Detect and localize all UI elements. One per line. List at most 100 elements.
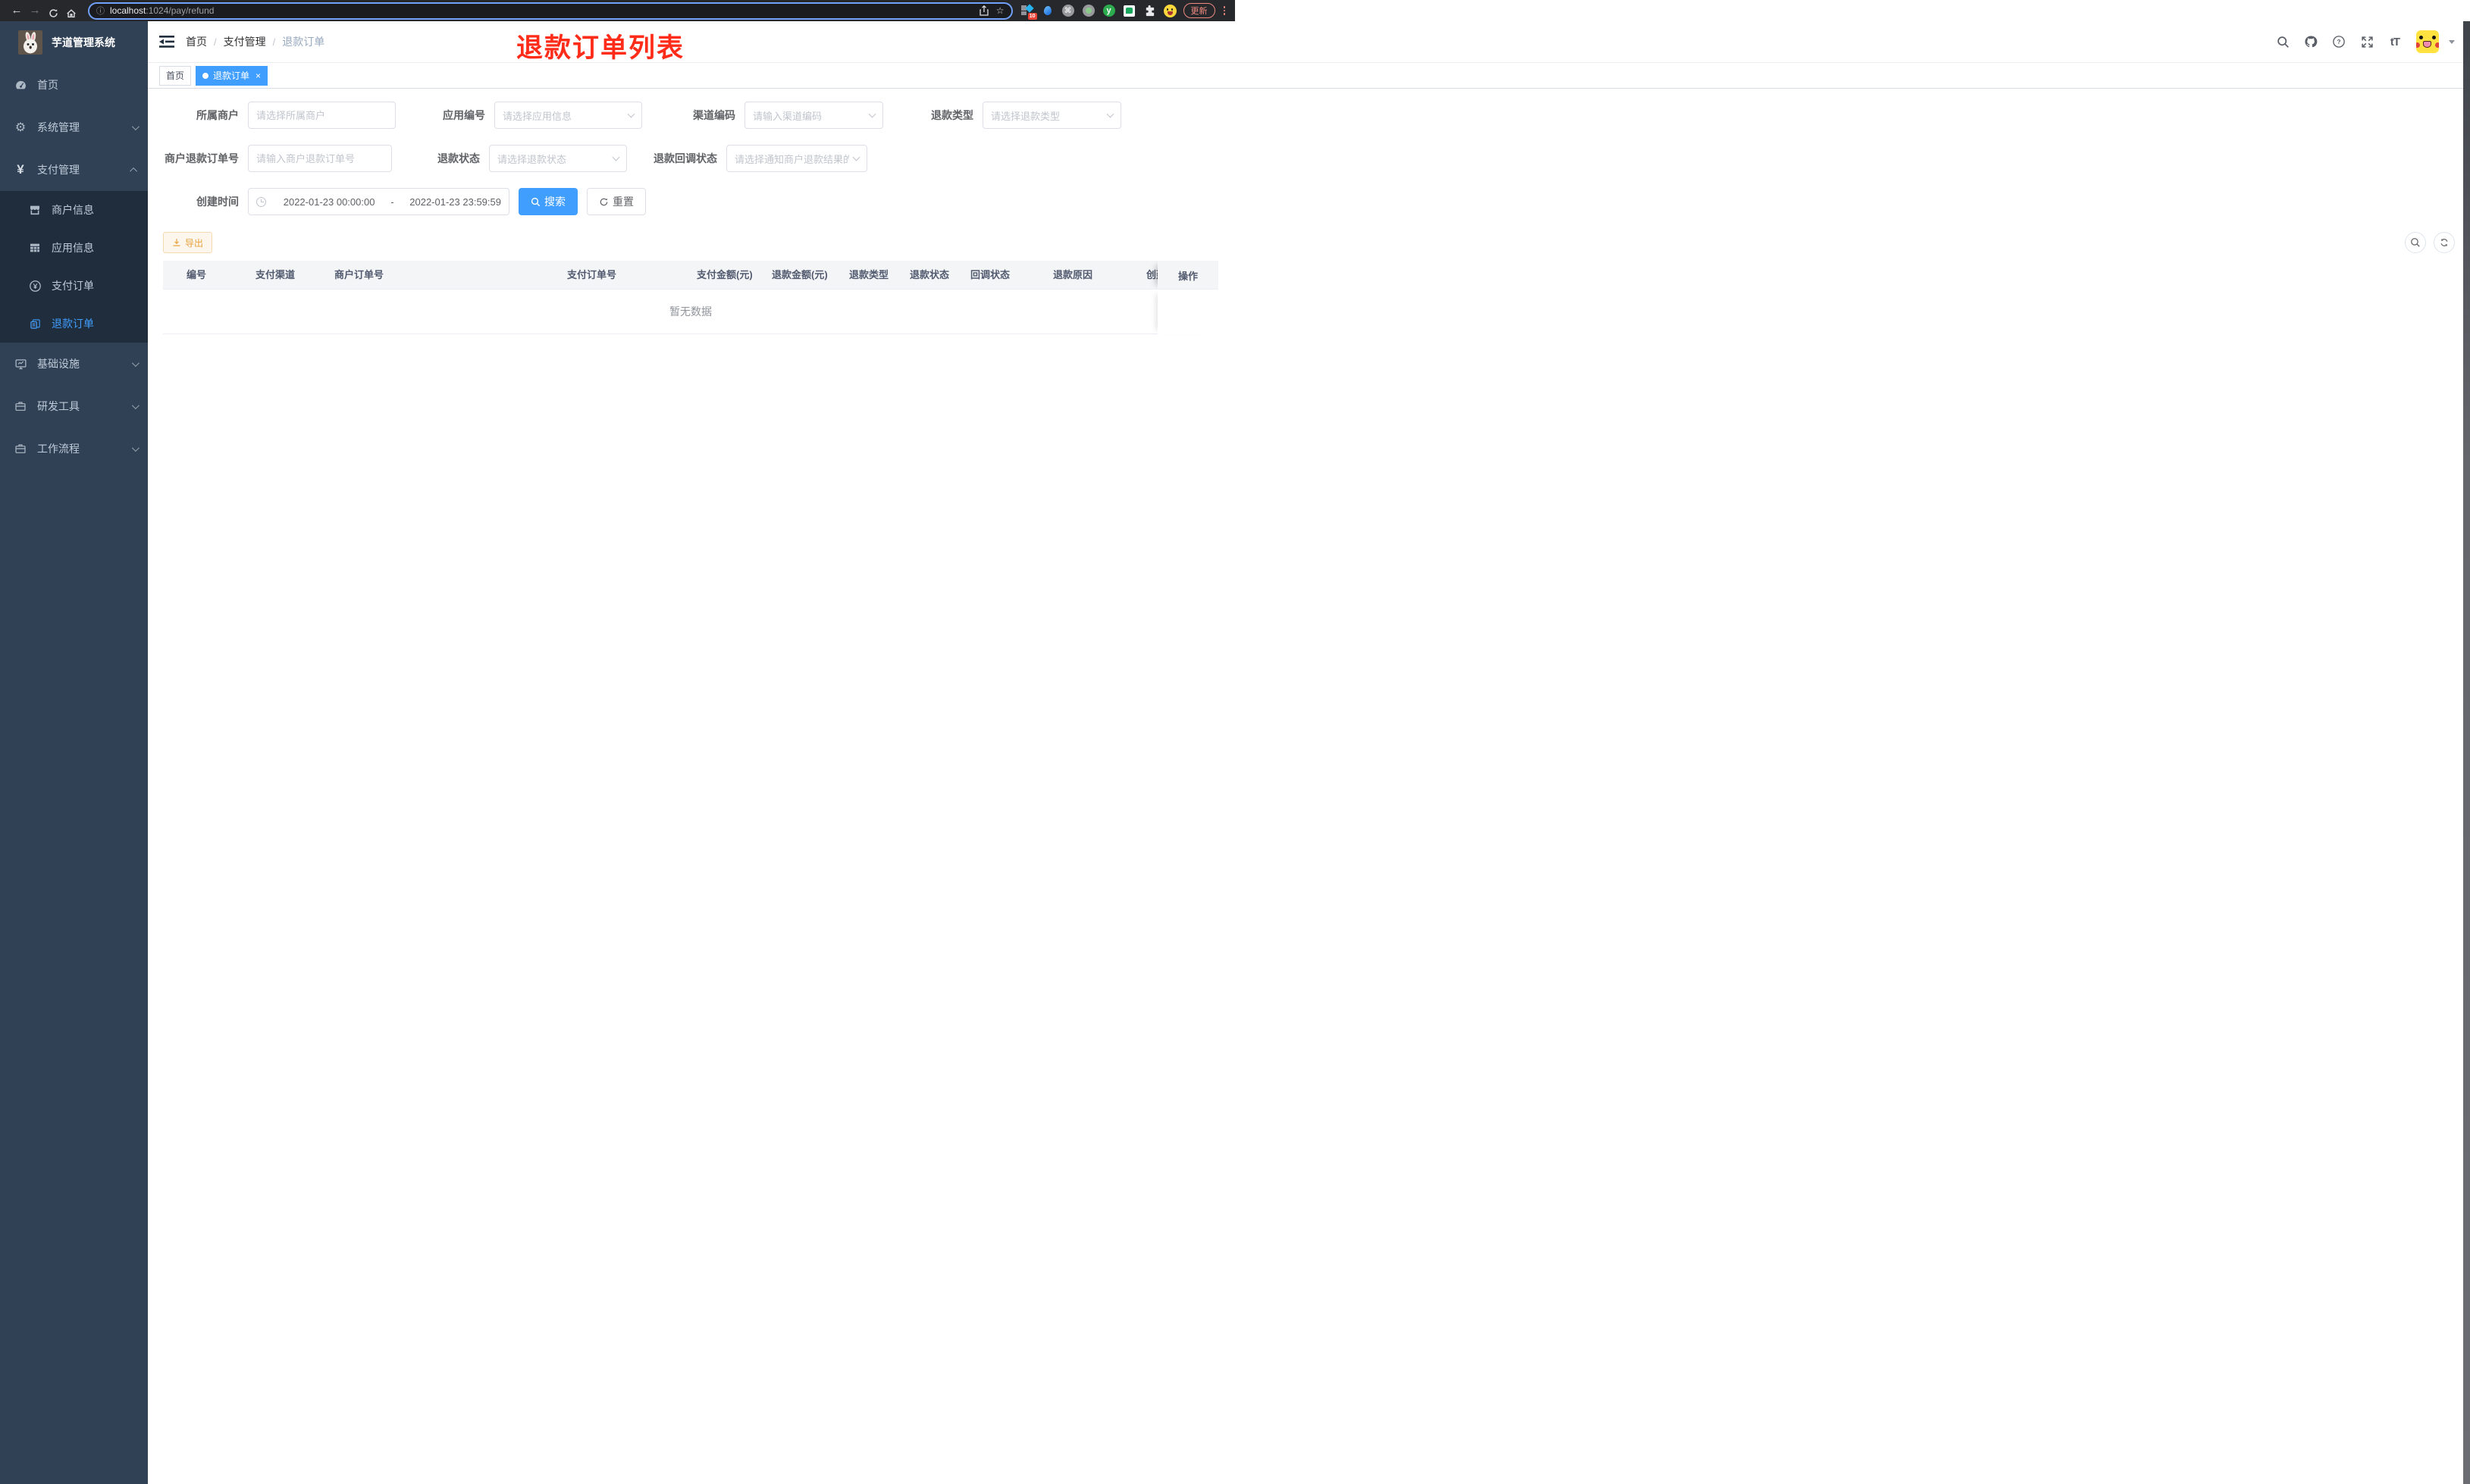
browser-profile-avatar[interactable] xyxy=(1164,4,1177,17)
active-tab-dot xyxy=(202,72,209,79)
sidebar-item-merchant-info[interactable]: 商户信息 xyxy=(0,191,148,229)
tab-close-icon[interactable]: × xyxy=(255,71,261,80)
dashboard-icon xyxy=(12,79,29,92)
browser-menu-icon[interactable] xyxy=(1221,6,1228,15)
browser-reload-icon[interactable] xyxy=(44,3,62,18)
sidebar-item-label: 支付管理 xyxy=(37,164,80,176)
grid-icon xyxy=(27,242,43,254)
search-icon xyxy=(531,197,541,206)
sidebar-toggle-icon[interactable] xyxy=(159,36,174,48)
breadcrumb-home[interactable]: 首页 xyxy=(186,34,207,49)
sidebar-item-infrastructure[interactable]: 基础设施 xyxy=(0,343,148,385)
browser-update-button[interactable]: 更新 xyxy=(1183,3,1215,18)
sidebar-item-label: 基础设施 xyxy=(37,358,80,370)
col-refund-amount: 退款金额(元) xyxy=(772,269,828,280)
tags-view-bar: 首页 退款订单 × xyxy=(148,63,2470,89)
breadcrumb-payment[interactable]: 支付管理 xyxy=(224,34,266,49)
app-title: 芋道管理系统 xyxy=(52,36,115,49)
tab-refund-order[interactable]: 退款订单 × xyxy=(196,65,268,86)
table-empty-row: 暂无数据 xyxy=(163,290,1218,334)
create-time-range-picker[interactable]: 2022-01-23 00:00:00 - 2022-01-23 23:59:5… xyxy=(248,188,509,215)
extensions-puzzle-icon[interactable] xyxy=(1143,4,1157,17)
col-pay-amount: 支付金额(元) xyxy=(697,269,753,280)
sidebar-item-dev-tools[interactable]: 研发工具 xyxy=(0,385,148,427)
sidebar-item-payment[interactable]: ¥ 支付管理 xyxy=(0,149,148,191)
github-icon[interactable] xyxy=(2304,35,2318,49)
sidebar-item-home[interactable]: 首页 xyxy=(0,64,148,106)
callback-status-select[interactable]: 请选择通知商户退款结果的 xyxy=(726,145,867,172)
font-size-icon[interactable]: tT xyxy=(2388,35,2402,49)
chevron-down-icon xyxy=(852,153,860,161)
address-bar[interactable]: ⓘ localhost:1024/pay/refund ☆ xyxy=(88,2,1013,20)
sidebar-item-pay-order[interactable]: 支付订单 xyxy=(0,267,148,305)
chevron-down-icon xyxy=(131,401,139,409)
svg-text:?: ? xyxy=(2337,39,2340,45)
sidebar: 芋道管理系统 首页 ⚙ 系统管理 ¥ 支付管理 商户信息 应用信息 支付订单 退… xyxy=(0,21,148,1484)
refund-type-select[interactable]: 请选择退款类型 xyxy=(983,102,1121,129)
col-pay-channel: 支付渠道 xyxy=(255,269,296,280)
search-button[interactable]: 搜索 xyxy=(519,188,578,215)
extension-badge: 10 xyxy=(1027,13,1037,20)
tab-home[interactable]: 首页 xyxy=(159,65,192,86)
select-placeholder: 请输入渠道编码 xyxy=(753,110,823,122)
col-id: 编号 xyxy=(187,269,207,280)
sidebar-item-label: 退款订单 xyxy=(52,318,94,330)
browser-forward-icon[interactable]: → xyxy=(26,0,44,21)
select-placeholder: 请选择通知商户退款结果的 xyxy=(735,153,849,165)
filter-label: 退款状态 xyxy=(437,152,480,164)
download-icon xyxy=(173,239,180,246)
sidebar-item-label: 系统管理 xyxy=(37,121,80,133)
search-actions: 搜索 重置 xyxy=(519,188,646,215)
sidebar-item-system[interactable]: ⚙ 系统管理 xyxy=(0,106,148,149)
merchant-refund-no-input[interactable] xyxy=(248,145,392,172)
search-button-label: 搜索 xyxy=(544,196,566,208)
extension-gem-icon[interactable] xyxy=(1041,4,1055,17)
extension-command-icon[interactable]: ⌘ xyxy=(1061,4,1075,17)
extension-y-icon[interactable]: y xyxy=(1102,4,1116,17)
refresh-icon xyxy=(600,198,608,205)
filter-row-2: 商户退款订单号 退款状态 请选择退款状态 退款回调状态 请选择通知商户退款结果的 xyxy=(163,145,2455,172)
refund-status-select[interactable]: 请选择退款状态 xyxy=(489,145,627,172)
refresh-table-icon[interactable] xyxy=(2434,232,2455,253)
channel-select[interactable]: 请输入渠道编码 xyxy=(744,102,883,129)
merchant-input[interactable] xyxy=(248,102,396,129)
merchant-input-field[interactable] xyxy=(256,109,387,121)
app-logo-row[interactable]: 芋道管理系统 xyxy=(0,21,148,64)
search-icon[interactable] xyxy=(2276,35,2290,49)
browser-back-icon[interactable]: ← xyxy=(8,0,26,21)
col-merchant-order-no: 商户订单号 xyxy=(334,269,384,280)
export-button-label: 导出 xyxy=(185,237,204,249)
fullscreen-icon[interactable] xyxy=(2360,35,2374,49)
filter-row-1: 所属商户 应用编号 请选择应用信息 渠道编码 请输入渠道编码 xyxy=(163,102,2455,129)
extension-chat-icon[interactable] xyxy=(1123,4,1136,17)
export-button[interactable]: 导出 xyxy=(163,232,213,253)
chevron-down-icon xyxy=(868,110,876,118)
share-icon[interactable] xyxy=(980,5,989,16)
clock-icon xyxy=(256,196,266,207)
shop-icon xyxy=(27,204,43,216)
tab-label: 退款订单 xyxy=(213,70,250,81)
extension-dot-icon[interactable] xyxy=(1082,4,1096,17)
user-avatar[interactable] xyxy=(2416,30,2439,53)
col-refund-type: 退款类型 xyxy=(849,269,889,280)
avatar-caret-icon[interactable] xyxy=(2449,39,2455,44)
site-info-icon[interactable]: ⓘ xyxy=(96,5,105,17)
help-icon[interactable]: ? xyxy=(2332,35,2346,49)
sidebar-item-workflow[interactable]: 工作流程 xyxy=(0,427,148,470)
main-area: 首页 / 支付管理 / 退款订单 退款订单列表 ? tT 首页 退款订单 × 所… xyxy=(148,21,2470,1484)
chevron-up-icon xyxy=(130,167,138,175)
date-end-value[interactable]: 2022-01-23 23:59:59 xyxy=(409,196,501,208)
page-scrollbar[interactable] xyxy=(2463,21,2470,1484)
browser-home-icon[interactable] xyxy=(62,3,80,19)
toggle-search-icon[interactable] xyxy=(2405,232,2426,253)
bookmark-star-icon[interactable]: ☆ xyxy=(996,5,1005,16)
reset-button[interactable]: 重置 xyxy=(587,188,646,215)
date-start-value[interactable]: 2022-01-23 00:00:00 xyxy=(284,196,375,208)
merchant-refund-no-field[interactable] xyxy=(256,152,384,164)
col-refund-status: 退款状态 xyxy=(910,269,950,280)
sidebar-item-refund-order[interactable]: 退款订单 xyxy=(0,305,148,343)
sidebar-item-app-info[interactable]: 应用信息 xyxy=(0,229,148,267)
extension-tampermonkey-icon[interactable]: 10 xyxy=(1020,4,1037,20)
refund-list-page: 所属商户 应用编号 请选择应用信息 渠道编码 请输入渠道编码 xyxy=(148,89,2470,215)
app-select[interactable]: 请选择应用信息 xyxy=(494,102,642,129)
